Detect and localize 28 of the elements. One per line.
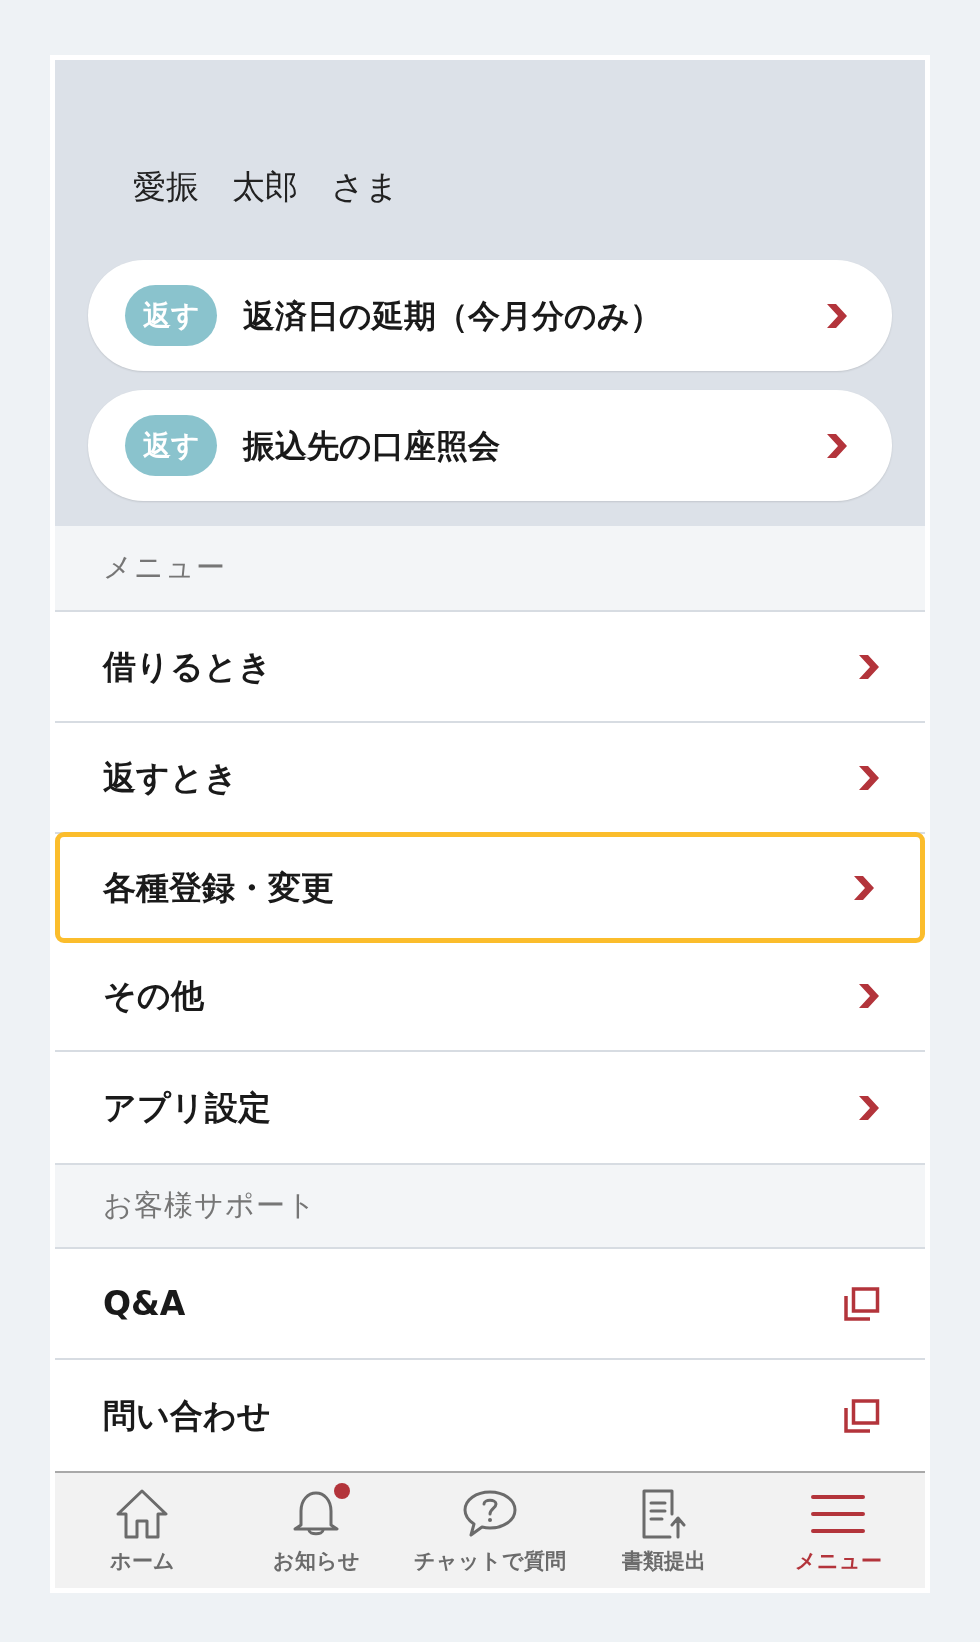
home-icon (115, 1489, 169, 1539)
new-window-icon (844, 1286, 880, 1321)
nav-tab[interactable]: メニュー (751, 1473, 925, 1588)
nav-tab[interactable]: チャットで質問 (403, 1473, 577, 1588)
quick-action-label: 振込先の口座照会 (243, 425, 501, 467)
quick-action-button[interactable]: 返す 返済日の延期（今月分のみ） (88, 260, 892, 371)
user-name: 愛振 太郎 さま (133, 166, 400, 208)
nav-tab[interactable]: ホーム (55, 1473, 229, 1588)
chat-question-icon (462, 1489, 518, 1539)
chevron-right-icon (858, 1094, 880, 1121)
quick-action-button[interactable]: 返す 振込先の口座照会 (88, 390, 892, 501)
category-badge: 返す (125, 285, 217, 346)
menu-item[interactable]: 各種登録・変更 (55, 832, 925, 943)
section-heading: お客様サポート (103, 1187, 317, 1225)
section-heading: メニュー (103, 549, 226, 587)
document-upload-icon (640, 1488, 688, 1540)
new-window-icon (844, 1398, 880, 1433)
category-badge: 返す (125, 415, 217, 476)
quick-action-label: 返済日の延期（今月分のみ） (243, 295, 663, 337)
menu-icon (810, 1492, 866, 1536)
nav-tab[interactable]: 書類提出 (577, 1473, 751, 1588)
nav-tab[interactable]: お知らせ (229, 1473, 403, 1588)
chevron-right-icon (858, 764, 880, 791)
chevron-right-icon (826, 432, 848, 459)
chevron-right-icon (858, 653, 880, 680)
chevron-right-icon (826, 302, 848, 329)
chevron-right-icon (858, 982, 880, 1009)
chevron-right-icon (853, 874, 875, 901)
